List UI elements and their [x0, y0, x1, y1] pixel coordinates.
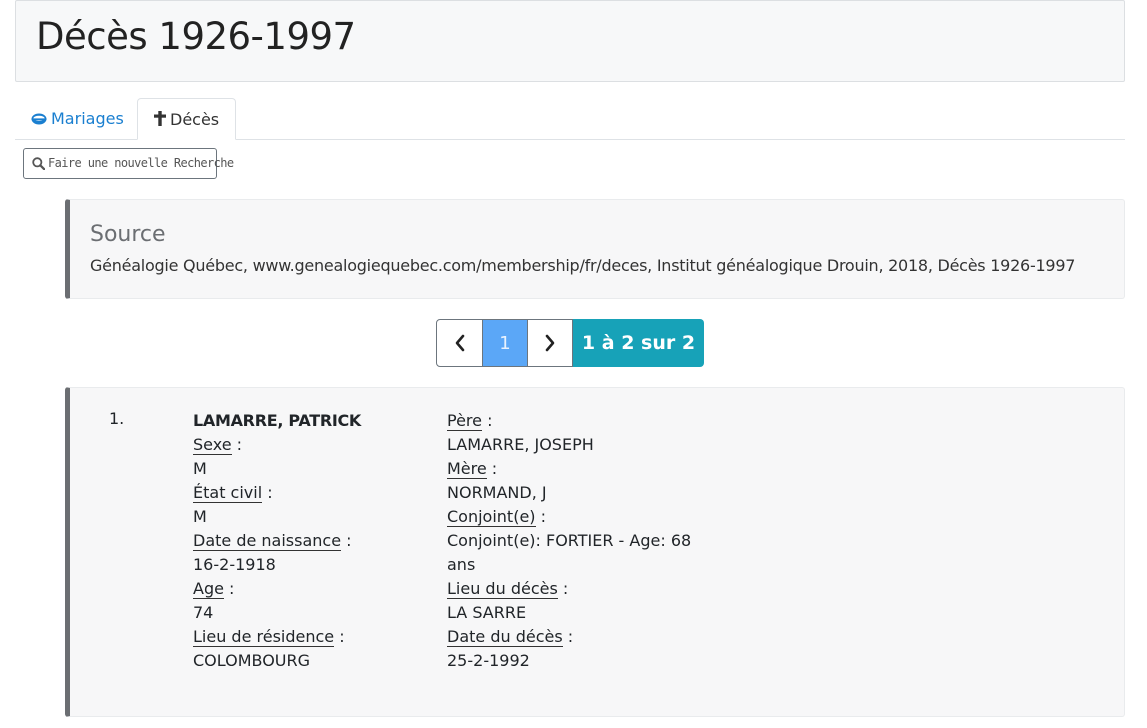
- record-column-personal: LAMARRE, PATRICK Sexe : M État civil : M…: [193, 409, 423, 673]
- naissance-label: Date de naissance: [193, 531, 342, 551]
- chevron-left-icon: [455, 334, 464, 352]
- etat-civil-label: État civil: [193, 483, 263, 503]
- tab-deces[interactable]: Décès: [137, 98, 237, 141]
- new-search-button[interactable]: Faire une nouvelle Recherche: [23, 148, 234, 179]
- record-name: LAMARRE, PATRICK: [193, 411, 362, 430]
- record-index: 1.: [109, 409, 125, 428]
- cross-icon: [154, 100, 166, 141]
- chevron-right-icon: [545, 334, 555, 352]
- pere-value: LAMARRE, JOSEPH: [447, 435, 594, 454]
- lieu-deces-value: LA SARRE: [447, 603, 527, 622]
- pagination: 1 1 à 2 sur 2: [436, 319, 704, 367]
- date-deces-label: Date du décès: [447, 627, 563, 647]
- source-panel: Source Généalogie Québec, www.genealogie…: [65, 199, 1125, 299]
- source-title: Source: [90, 222, 166, 247]
- sexe-value: M: [193, 459, 207, 478]
- lieu-deces-label: Lieu du décès: [447, 579, 558, 599]
- rings-icon: [31, 99, 47, 140]
- residence-value: COLOMBOURG: [193, 651, 311, 670]
- record-card: 1. LAMARRE, PATRICK Sexe : M État civil …: [65, 387, 1125, 717]
- mere-value: NORMAND, J: [447, 483, 547, 502]
- page-1-button[interactable]: 1: [483, 319, 527, 367]
- etat-civil-value: M: [193, 507, 207, 526]
- date-deces-value: 25-2-1992: [447, 651, 530, 670]
- source-text: Généalogie Québec, www.genealogiequebec.…: [90, 256, 1076, 275]
- age-label: Age: [193, 579, 224, 599]
- age-value: 74: [193, 603, 214, 622]
- tab-deces-label: Décès: [170, 110, 220, 129]
- tab-mariages[interactable]: Mariages: [15, 98, 140, 139]
- mere-label: Mère: [447, 459, 487, 479]
- search-icon: [32, 157, 46, 171]
- tab-mariages-label: Mariages: [51, 109, 124, 128]
- tab-bar: Mariages Décès: [15, 98, 1125, 140]
- residence-label: Lieu de résidence: [193, 627, 335, 647]
- conjoint-label: Conjoint(e): [447, 507, 536, 527]
- naissance-value: 16-2-1918: [193, 555, 276, 574]
- sexe-label: Sexe: [193, 435, 232, 455]
- previous-page-button[interactable]: [436, 319, 483, 367]
- page-title: Décès 1926-1997: [36, 15, 356, 58]
- pere-label: Père: [447, 411, 482, 431]
- record-column-family: Père : LAMARRE, JOSEPH Mère : NORMAND, J…: [447, 409, 707, 673]
- conjoint-value: Conjoint(e): FORTIER - Age: 68 ans: [447, 531, 692, 574]
- new-search-label: Faire une nouvelle Recherche: [48, 156, 234, 170]
- next-page-button[interactable]: [527, 319, 573, 367]
- results-count: 1 à 2 sur 2: [573, 319, 704, 367]
- page-header: Décès 1926-1997: [15, 0, 1125, 82]
